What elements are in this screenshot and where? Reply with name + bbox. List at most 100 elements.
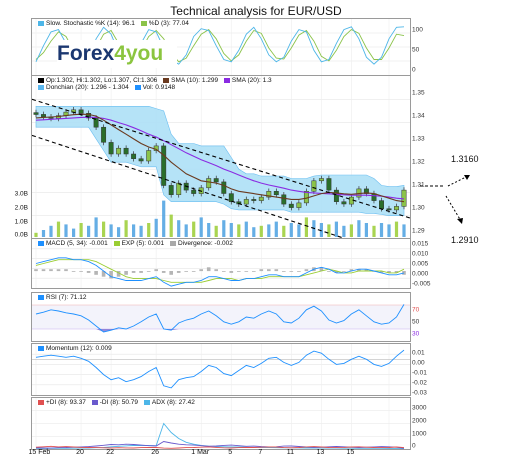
volume-bar bbox=[177, 220, 181, 237]
adx-tick: 1000 bbox=[412, 430, 427, 438]
momentum-panel: Momentum (12): 0.009 bbox=[31, 343, 411, 396]
stoch-k-swatch bbox=[38, 20, 44, 26]
price-tick: 1.30 bbox=[412, 204, 425, 212]
volume-bar bbox=[87, 225, 91, 237]
divergence-bar bbox=[252, 271, 256, 272]
volume-bar bbox=[199, 217, 203, 237]
divergence-bar bbox=[79, 271, 83, 272]
x-tick-label: 20 bbox=[76, 449, 84, 456]
up-arrowhead bbox=[464, 175, 470, 180]
divergence-bar bbox=[64, 269, 68, 272]
volume-bar bbox=[387, 224, 391, 237]
candle-body bbox=[296, 202, 302, 208]
momentum-label: Momentum (12): 0.009 bbox=[46, 345, 112, 352]
divergence-bar bbox=[237, 271, 241, 272]
volume-bar bbox=[72, 228, 76, 237]
volume-bar bbox=[124, 220, 128, 237]
macd-line bbox=[35, 257, 405, 287]
candle-body bbox=[318, 178, 324, 182]
momentum-tick: -0.01 bbox=[412, 369, 427, 377]
volume-bar bbox=[41, 230, 46, 237]
x-tick-label: 26 bbox=[151, 449, 160, 456]
x-tick-label: 13 bbox=[316, 449, 325, 456]
x-tick-label: 7 bbox=[258, 449, 263, 456]
sma20-swatch bbox=[223, 77, 230, 83]
volume-bar bbox=[237, 224, 241, 237]
stoch-d-swatch bbox=[140, 20, 147, 26]
divergence-bar bbox=[274, 269, 279, 272]
stoch-tick: 100 bbox=[412, 26, 423, 34]
candle-body bbox=[386, 208, 392, 211]
price-tick: 1.33 bbox=[412, 135, 425, 143]
exp-label: EXP (5): 0.001 bbox=[121, 240, 165, 247]
divergence-bar bbox=[176, 271, 181, 273]
rsi-label: RSI (7): 71.12 bbox=[46, 294, 87, 301]
candle-body bbox=[341, 201, 347, 205]
volume-tick: 0.0B bbox=[14, 231, 28, 239]
candle-body bbox=[273, 191, 279, 196]
stochastic-legend: Slow. Stochastic %K (14): 96.1 %D (3): 7… bbox=[34, 20, 189, 27]
sma10-swatch bbox=[163, 77, 170, 83]
down-arrowhead bbox=[457, 218, 463, 224]
target-up-label: 1.3160 bbox=[451, 154, 479, 164]
stoch-k-label: Slow. Stochastic %K (14): 96.1 bbox=[46, 20, 135, 27]
sma10-label: SMA (10): 1.299 bbox=[171, 77, 219, 84]
donchian-swatch bbox=[38, 84, 44, 90]
momentum-tick: 0.00 bbox=[412, 359, 425, 367]
volume-bar bbox=[109, 224, 113, 237]
macd-tick: 0.015 bbox=[412, 240, 429, 248]
momentum-tick: 0.01 bbox=[412, 349, 425, 357]
candle-body bbox=[311, 180, 317, 192]
momentum-tick: -0.02 bbox=[412, 379, 427, 387]
volume-bar bbox=[34, 232, 38, 237]
volume-bar bbox=[147, 223, 151, 237]
volume-bar bbox=[402, 224, 406, 237]
divergence-bar bbox=[184, 271, 188, 272]
momentum-tick: -0.03 bbox=[412, 389, 427, 397]
volume-bar bbox=[49, 225, 53, 237]
volume-tick: 2.0B bbox=[14, 204, 28, 212]
adx-tick: 0 bbox=[412, 442, 416, 450]
adx-swatch bbox=[143, 399, 150, 405]
up-arrow-line bbox=[447, 175, 469, 187]
volume-swatch bbox=[134, 84, 141, 90]
divergence-bar bbox=[229, 271, 234, 273]
candle-body bbox=[394, 206, 399, 211]
volume-bar bbox=[94, 217, 98, 237]
divergence-bar bbox=[304, 269, 309, 272]
price-tick: 1.32 bbox=[412, 158, 425, 166]
volume-bar bbox=[364, 223, 368, 237]
x-tick-label: 15 bbox=[346, 449, 355, 456]
divergence-swatch bbox=[169, 240, 176, 246]
logo-part2: 4you bbox=[114, 42, 164, 65]
candle-body bbox=[251, 199, 257, 201]
candle-body bbox=[41, 114, 46, 117]
divergence-bar bbox=[49, 269, 53, 272]
divergence-bar bbox=[94, 271, 98, 275]
volume-bar bbox=[207, 223, 211, 237]
divergence-bar bbox=[342, 271, 346, 272]
candle-body bbox=[281, 194, 287, 205]
candle-body bbox=[108, 142, 114, 155]
momentum-line bbox=[35, 349, 405, 389]
volume-bar bbox=[56, 221, 61, 237]
volume-bar bbox=[132, 224, 136, 237]
divergence-bar bbox=[131, 271, 136, 273]
candle-body bbox=[146, 150, 152, 162]
candle-body bbox=[168, 185, 174, 195]
rsi-oversold-fill bbox=[36, 329, 404, 332]
divergence-bar bbox=[191, 271, 196, 272]
rsi-swatch bbox=[38, 294, 44, 300]
minus-di-label: -DI (8): 50.79 bbox=[99, 399, 139, 406]
volume-bar bbox=[184, 224, 188, 237]
volume-bar bbox=[259, 225, 263, 237]
chart-title: Technical analysis for EUR/USD bbox=[170, 4, 342, 18]
x-tick-label: 15 Feb bbox=[28, 449, 51, 456]
volume-bar bbox=[154, 218, 158, 237]
volume-bar bbox=[379, 223, 384, 237]
price-plot bbox=[32, 76, 410, 239]
divergence-bar bbox=[244, 271, 249, 272]
candle-body bbox=[123, 147, 129, 155]
sma20-label: SMA (20): 1.3 bbox=[231, 77, 272, 84]
candle-body bbox=[78, 109, 84, 114]
